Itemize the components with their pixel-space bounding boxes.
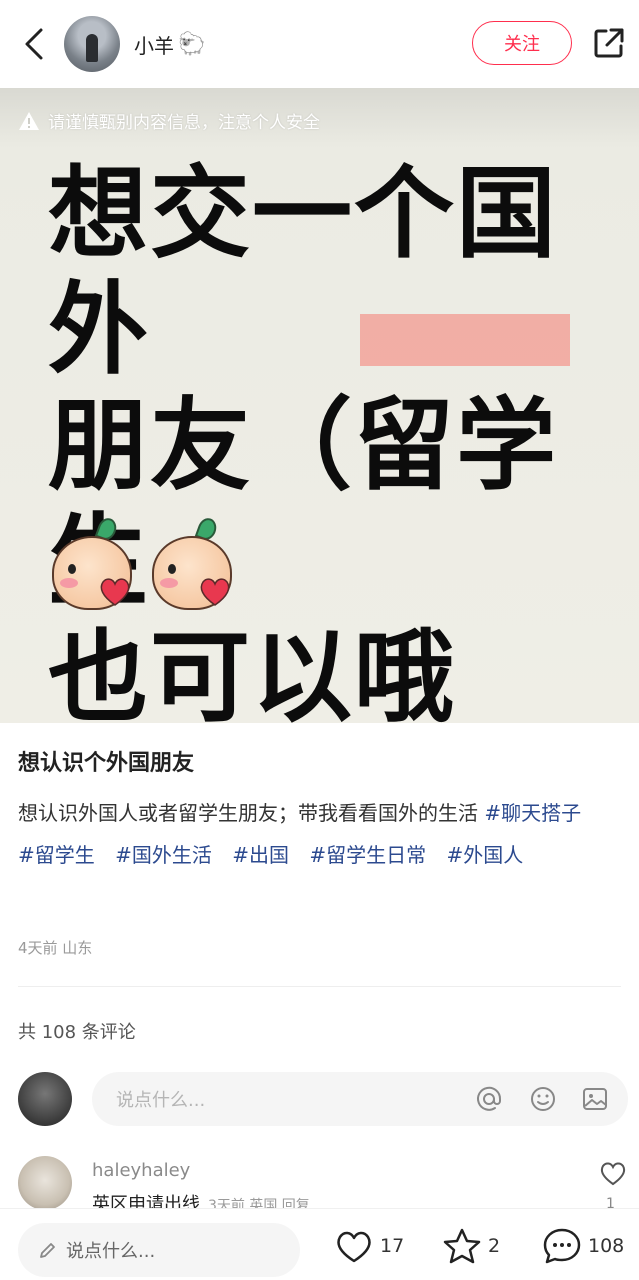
image-icon[interactable]: [580, 1084, 610, 1114]
warning-text: 请谨慎甄别内容信息，注意个人安全: [48, 113, 320, 133]
emoji-icon[interactable]: [528, 1084, 558, 1114]
back-button[interactable]: [14, 24, 54, 64]
image-headline: 想交一个国外 朋友（留学生 也可以哦～）: [48, 155, 608, 724]
sheep-emoji-icon: 🐑: [178, 31, 206, 57]
hashtag-link[interactable]: #国外生活: [115, 843, 212, 867]
share-button[interactable]: [588, 22, 630, 64]
hashtag-link[interactable]: #外国人: [447, 843, 524, 867]
post-meta: 4天前 山东: [18, 939, 93, 957]
mention-icon[interactable]: [474, 1084, 504, 1114]
author-avatar[interactable]: [64, 16, 120, 72]
follow-button[interactable]: 关注: [472, 21, 572, 65]
commenter-avatar[interactable]: [18, 1156, 72, 1210]
kiss-peach-icon: [148, 515, 236, 614]
post-body-text: 想认识外国人或者留学生朋友；带我看看国外的生活: [18, 801, 478, 825]
comment-input-placeholder: 说点什么...: [116, 1090, 206, 1111]
author-name[interactable]: 小羊 🐑: [134, 30, 205, 59]
safety-warning: 请谨慎甄别内容信息，注意个人安全: [18, 108, 320, 133]
post-title: 想认识个外国朋友: [18, 751, 195, 776]
pencil-icon: [40, 1243, 55, 1258]
collect-button[interactable]: 2: [442, 1227, 500, 1265]
bottom-comment-input[interactable]: 说点什么...: [18, 1223, 300, 1277]
divider: [18, 986, 621, 987]
hashtag-link[interactable]: #留学生: [18, 843, 95, 867]
emoji-row: [48, 515, 236, 614]
post-image[interactable]: 请谨慎甄别内容信息，注意个人安全 想交一个国外 朋友（留学生 也可以哦～）: [0, 88, 639, 723]
chevron-left-icon: [25, 28, 43, 60]
author-name-text: 小羊: [134, 33, 174, 58]
warning-icon: [19, 111, 39, 130]
comment-button[interactable]: 108: [542, 1227, 624, 1265]
hashtag-link[interactable]: #留学生日常: [309, 843, 426, 867]
my-avatar: [18, 1072, 72, 1126]
collect-count: 2: [488, 1235, 501, 1257]
comment-bubble-icon: [543, 1228, 581, 1264]
bottom-input-placeholder: 说点什么...: [66, 1241, 156, 1262]
comment-like-button[interactable]: [598, 1158, 628, 1188]
hashtag-link[interactable]: #出国: [232, 843, 289, 867]
kiss-peach-icon: [48, 515, 136, 614]
headline-line-1: 想交一个国外: [48, 155, 558, 388]
like-button[interactable]: 17: [334, 1227, 404, 1265]
heart-icon: [337, 1231, 371, 1263]
star-icon: [443, 1228, 481, 1264]
hashtag-link[interactable]: #聊天搭子: [484, 801, 581, 825]
heart-icon: [600, 1162, 626, 1186]
bottom-action-bar: 说点什么... 17 2 108: [0, 1208, 639, 1280]
comment-count: 共 108 条评论: [18, 1022, 136, 1043]
headline-line-3: 也可以哦～）: [48, 619, 456, 724]
post-body: 想认识外国人或者留学生朋友；带我看看国外的生活 #聊天搭子 #留学生 #国外生活…: [18, 792, 618, 876]
share-icon: [594, 28, 624, 58]
comment-total: 108: [588, 1235, 625, 1257]
commenter-name[interactable]: haleyhaley: [92, 1160, 190, 1181]
like-count: 17: [380, 1235, 405, 1257]
